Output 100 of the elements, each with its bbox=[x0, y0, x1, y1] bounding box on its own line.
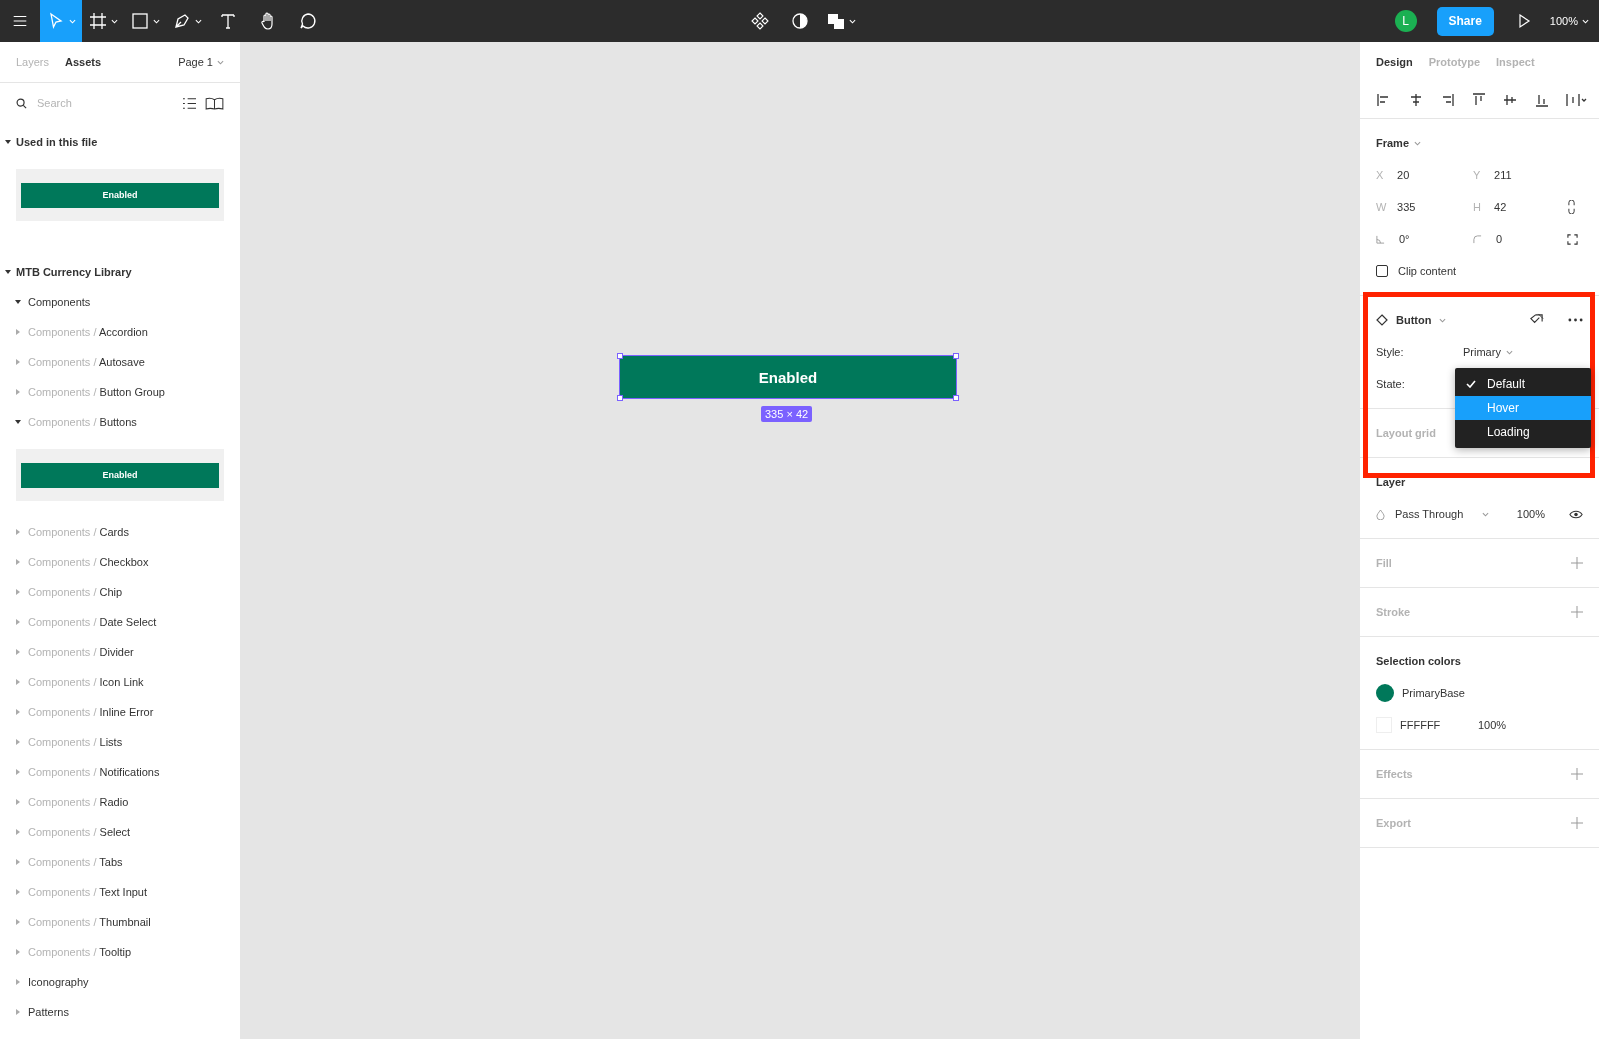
caret-icon bbox=[849, 18, 856, 24]
collapsed-triangle-icon[interactable] bbox=[14, 648, 22, 656]
zoom-dropdown[interactable]: 100% bbox=[1549, 15, 1589, 27]
asset-group[interactable]: Components / Buttons bbox=[28, 416, 137, 428]
asset-group[interactable]: Components / Icon Link bbox=[28, 676, 144, 688]
selected-button-frame[interactable]: Enabled bbox=[620, 356, 956, 398]
section-title[interactable]: Frame bbox=[1376, 137, 1410, 149]
y-field[interactable]: Y 211 bbox=[1473, 169, 1567, 181]
collapsed-triangle-icon[interactable] bbox=[14, 828, 22, 836]
book-icon[interactable] bbox=[205, 96, 224, 110]
opacity-value: 100% bbox=[1478, 719, 1507, 731]
collapsed-triangle-icon[interactable] bbox=[14, 708, 22, 716]
asset-group[interactable]: Components / Tooltip bbox=[28, 946, 132, 958]
collapsed-triangle-icon[interactable] bbox=[14, 978, 22, 986]
caret-icon bbox=[153, 18, 160, 24]
asset-group[interactable]: Components / Notifications bbox=[28, 766, 160, 778]
resize-handle[interactable] bbox=[617, 395, 623, 401]
collapsed-triangle-icon[interactable] bbox=[14, 528, 22, 536]
expanded-triangle-icon[interactable] bbox=[4, 138, 12, 146]
asset-group[interactable]: Iconography bbox=[28, 976, 89, 988]
collapsed-triangle-icon[interactable] bbox=[14, 358, 22, 366]
asset-group[interactable]: Components / Autosave bbox=[28, 356, 145, 368]
width-field[interactable]: W 335 bbox=[1376, 201, 1473, 213]
asset-group[interactable]: Components / Tabs bbox=[28, 856, 123, 868]
more-icon[interactable] bbox=[1568, 318, 1583, 322]
collapsed-triangle-icon[interactable] bbox=[14, 888, 22, 896]
list-view-icon[interactable] bbox=[182, 96, 197, 110]
collapsed-triangle-icon[interactable] bbox=[14, 948, 22, 956]
collapsed-triangle-icon[interactable] bbox=[14, 388, 22, 396]
collapsed-triangle-icon[interactable] bbox=[14, 858, 22, 866]
align-middle-icon[interactable] bbox=[1502, 92, 1518, 108]
section-title[interactable]: Selection colors bbox=[1376, 655, 1461, 667]
corners-icon[interactable] bbox=[1567, 233, 1578, 245]
section-title[interactable]: Used in this file bbox=[16, 136, 98, 148]
half-circle-icon bbox=[790, 11, 810, 31]
caret-icon bbox=[1505, 349, 1513, 355]
asset-group[interactable]: Patterns bbox=[28, 1006, 69, 1018]
drop-icon bbox=[1376, 508, 1385, 520]
asset-group[interactable]: Components bbox=[28, 296, 91, 308]
rotation-field[interactable]: 0° bbox=[1399, 233, 1410, 245]
panel-tab[interactable]: Design bbox=[1368, 56, 1421, 68]
property-dropdown[interactable]: Primary bbox=[1463, 346, 1513, 358]
comment-icon bbox=[298, 11, 318, 31]
frame-icon bbox=[88, 11, 108, 31]
collapsed-triangle-icon[interactable] bbox=[14, 558, 22, 566]
x-field[interactable]: X 20 bbox=[1376, 169, 1473, 181]
asset-group[interactable]: Components / Button Group bbox=[28, 386, 165, 398]
asset-group[interactable]: Components / Select bbox=[28, 826, 131, 838]
blend-mode-dropdown[interactable]: Pass Through bbox=[1395, 508, 1490, 520]
component-preview[interactable]: Enabled bbox=[16, 449, 224, 501]
menu-item[interactable]: Default bbox=[1455, 372, 1591, 396]
asset-group[interactable]: Components / Lists bbox=[28, 736, 123, 748]
expanded-triangle-icon[interactable] bbox=[14, 298, 22, 306]
caret-icon bbox=[1414, 140, 1422, 146]
asset-group[interactable]: Components / Checkbox bbox=[28, 556, 149, 568]
collapsed-triangle-icon[interactable] bbox=[14, 588, 22, 596]
page-dropdown[interactable]: Page 1 bbox=[178, 56, 232, 68]
section-title[interactable]: MTB Currency Library bbox=[16, 266, 132, 278]
asset-group[interactable]: Components / Radio bbox=[28, 796, 129, 808]
asset-group[interactable]: Components / Thumbnail bbox=[28, 916, 151, 928]
caret-icon bbox=[195, 18, 202, 24]
collapsed-triangle-icon[interactable] bbox=[14, 798, 22, 806]
diamond-icon bbox=[1376, 314, 1388, 326]
asset-group[interactable]: Components / Divider bbox=[28, 646, 134, 658]
caret-icon bbox=[69, 18, 76, 24]
opacity-field[interactable]: 100% bbox=[1516, 508, 1545, 520]
resize-handle[interactable] bbox=[953, 395, 959, 401]
menu-item[interactable]: Loading bbox=[1455, 420, 1591, 444]
height-field[interactable]: H 42 bbox=[1473, 201, 1567, 213]
collapsed-triangle-icon[interactable] bbox=[14, 738, 22, 746]
eye-icon[interactable] bbox=[1569, 509, 1583, 519]
section-title[interactable]: Layer bbox=[1376, 476, 1406, 488]
asset-group[interactable]: Components / Chip bbox=[28, 586, 123, 598]
align-top-icon[interactable] bbox=[1470, 92, 1487, 108]
expanded-triangle-icon[interactable] bbox=[14, 418, 22, 426]
collapsed-triangle-icon[interactable] bbox=[14, 328, 22, 336]
asset-group[interactable]: Components / Date Select bbox=[28, 616, 157, 628]
asset-group[interactable]: Components / Accordion bbox=[28, 326, 148, 338]
constrain-proportions-icon[interactable] bbox=[1567, 200, 1576, 214]
color-swatch[interactable] bbox=[1376, 684, 1394, 702]
asset-group[interactable]: Components / Inline Error bbox=[28, 706, 154, 718]
distribute-icon[interactable] bbox=[1565, 92, 1587, 108]
collapsed-triangle-icon[interactable] bbox=[14, 678, 22, 686]
resize-handle[interactable] bbox=[617, 353, 623, 359]
expanded-triangle-icon[interactable] bbox=[4, 268, 12, 276]
instance-name[interactable]: Button bbox=[1396, 314, 1432, 326]
collapsed-triangle-icon[interactable] bbox=[14, 618, 22, 626]
align-bottom-icon[interactable] bbox=[1533, 92, 1550, 108]
checkbox[interactable] bbox=[1376, 265, 1388, 277]
collapsed-triangle-icon[interactable] bbox=[14, 1008, 22, 1016]
collapsed-triangle-icon[interactable] bbox=[14, 918, 22, 926]
resize-handle[interactable] bbox=[953, 353, 959, 359]
collapsed-triangle-icon[interactable] bbox=[14, 768, 22, 776]
asset-group[interactable]: Components / Text Input bbox=[28, 886, 148, 898]
button-thumbnail: Enabled bbox=[21, 182, 219, 208]
panel-tab[interactable]: Assets bbox=[57, 56, 110, 68]
component-preview[interactable]: Enabled bbox=[16, 169, 224, 221]
asset-group[interactable]: Components / Cards bbox=[28, 526, 129, 538]
button-label: Enabled bbox=[758, 368, 818, 386]
radius-field[interactable]: 0 bbox=[1496, 233, 1503, 245]
